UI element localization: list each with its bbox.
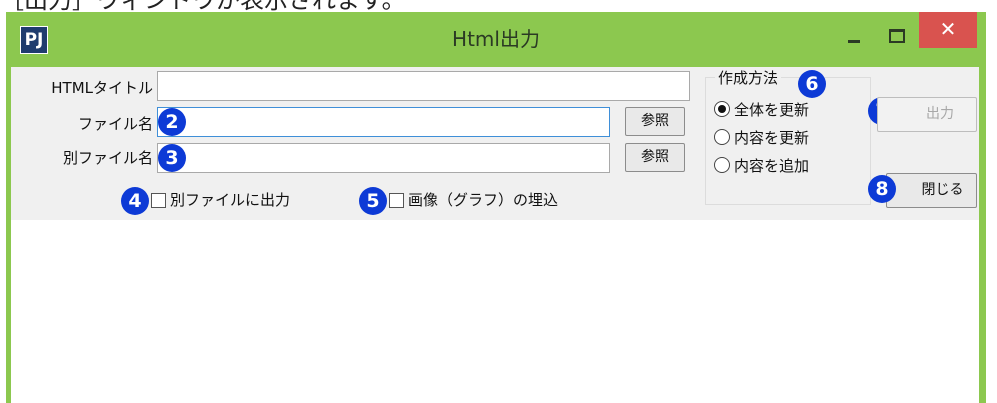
marker-2: 2 — [158, 108, 186, 136]
radio-update-all-label: 全体を更新 — [734, 101, 810, 119]
html-output-window: PJ Html出力 ✕ HTMLタイトル 1 ファイル名 2 参照 別ファイル名… — [6, 12, 986, 403]
radio-append-content-label: 内容を追加 — [734, 157, 810, 175]
marker-6: 6 — [798, 70, 826, 98]
embed-image-label: 画像（グラフ）の埋込 — [408, 191, 559, 209]
marker-3: 3 — [158, 144, 186, 172]
alt-file-name-label: 別ファイル名 — [62, 149, 153, 167]
file-name-label: ファイル名 — [77, 115, 153, 133]
close-button[interactable]: 閉じる — [886, 173, 977, 208]
creation-method-title: 作成方法 — [715, 67, 782, 88]
alt-file-name-input[interactable] — [157, 143, 610, 173]
title-bar[interactable]: PJ Html出力 ✕ — [6, 12, 986, 66]
marker-8: 8 — [868, 175, 896, 203]
radio-update-content-label: 内容を更新 — [734, 129, 810, 147]
marker-4: 4 — [121, 187, 149, 215]
top-caption: ［出力］ウィンドウが表示されます。 — [0, 0, 406, 14]
html-title-input[interactable] — [157, 71, 690, 101]
marker-5: 5 — [359, 187, 387, 215]
browse-alt-file-button[interactable]: 参照 — [625, 143, 685, 172]
settings-panel: HTMLタイトル 1 ファイル名 2 参照 別ファイル名 3 参照 4 別ファイ… — [11, 67, 979, 220]
radio-append-content[interactable] — [714, 157, 730, 173]
client-area: HTMLタイトル 1 ファイル名 2 参照 別ファイル名 3 参照 4 別ファイ… — [11, 67, 979, 403]
output-button[interactable]: 出力 — [877, 97, 977, 132]
alt-file-output-label: 別ファイルに出力 — [170, 191, 291, 209]
alt-file-output-checkbox[interactable] — [151, 193, 166, 208]
close-window-button[interactable]: ✕ — [919, 12, 977, 48]
embed-image-checkbox[interactable] — [389, 193, 404, 208]
radio-update-content[interactable] — [714, 129, 730, 145]
radio-update-all[interactable] — [714, 101, 730, 117]
minimize-button[interactable] — [836, 22, 872, 50]
maximize-button[interactable] — [878, 22, 914, 50]
html-title-label: HTMLタイトル — [51, 79, 153, 97]
output-area — [11, 220, 979, 403]
browse-file-button[interactable]: 参照 — [625, 107, 685, 136]
file-name-input[interactable] — [157, 107, 610, 137]
